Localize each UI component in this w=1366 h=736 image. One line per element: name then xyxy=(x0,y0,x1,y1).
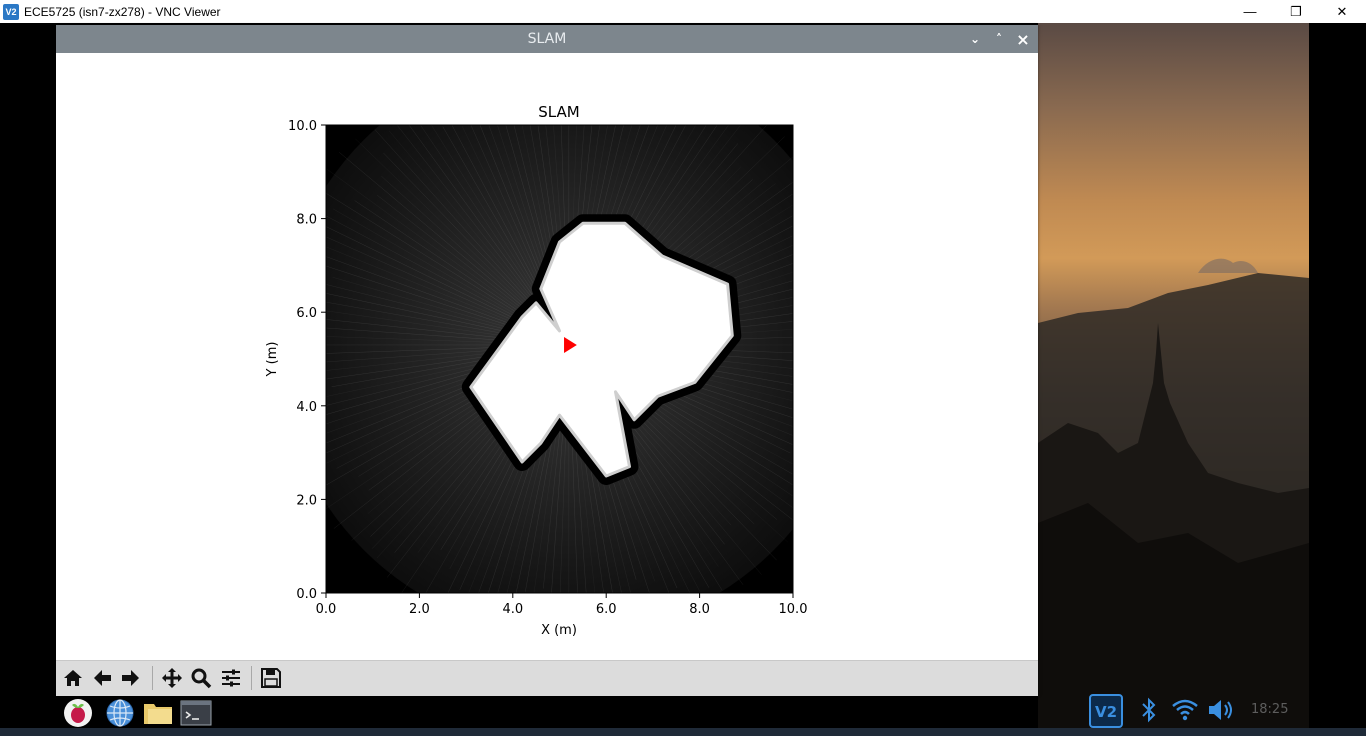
close-button[interactable]: ✕ xyxy=(1319,0,1365,23)
y-tick-label: 2.0 xyxy=(296,493,317,508)
vnc-viewer-title: ECE5725 (isn7-zx278) - VNC Viewer xyxy=(24,4,221,19)
forward-arrow-icon[interactable] xyxy=(118,665,144,691)
zoom-magnifier-icon[interactable] xyxy=(188,665,214,691)
x-tick-label: 10.0 xyxy=(779,602,808,617)
maximize-button[interactable]: ❐ xyxy=(1273,0,1319,23)
save-floppy-icon[interactable] xyxy=(258,665,284,691)
slam-window: SLAM ⌄ ˄ × SLAM X (m) Y (m) 0.0 2.0 4.0 … xyxy=(56,25,1038,696)
y-tick-label: 0.0 xyxy=(296,587,317,602)
chart-title: SLAM xyxy=(538,103,579,121)
vnc-server-tray-icon[interactable]: V2 xyxy=(1089,694,1123,728)
file-manager-folder-icon[interactable] xyxy=(142,697,174,729)
web-browser-globe-icon[interactable] xyxy=(104,697,136,729)
wifi-icon[interactable] xyxy=(1169,694,1201,726)
slam-window-title: SLAM xyxy=(527,31,567,47)
y-tick-label: 8.0 xyxy=(296,213,317,228)
x-tick-label: 8.0 xyxy=(689,602,710,617)
back-arrow-icon[interactable] xyxy=(89,665,115,691)
y-axis-label: Y (m) xyxy=(265,342,280,378)
matplotlib-toolbar xyxy=(56,660,1038,696)
vnc-viewer-logo-icon: V2 xyxy=(3,3,19,20)
svg-text:V2: V2 xyxy=(1095,703,1117,721)
vnc-viewer-titlebar: V2 ECE5725 (isn7-zx278) - VNC Viewer — ❐… xyxy=(0,0,1366,23)
volume-speaker-icon[interactable] xyxy=(1205,694,1237,726)
shade-button[interactable]: ⌄ xyxy=(967,31,983,47)
clock: 18:25 xyxy=(1251,702,1289,717)
occupancy-map xyxy=(326,125,793,593)
raspberry-menu-icon[interactable] xyxy=(62,697,94,729)
x-tick-label: 0.0 xyxy=(316,602,337,617)
toolbar-separator xyxy=(251,666,252,690)
y-tick-label: 10.0 xyxy=(288,119,317,134)
x-tick-label: 2.0 xyxy=(409,602,430,617)
window-close-button[interactable]: × xyxy=(1015,30,1031,49)
minimize-button[interactable]: — xyxy=(1227,0,1273,23)
x-tick-label: 4.0 xyxy=(502,602,523,617)
slam-chart: SLAM X (m) Y (m) 0.0 2.0 4.0 6.0 8.0 10.0 0.0 2… xyxy=(265,103,808,638)
plot-canvas[interactable]: SLAM X (m) Y (m) 0.0 2.0 4.0 6.0 8.0 10.0 0.0 2… xyxy=(56,53,1038,660)
home-icon[interactable] xyxy=(60,665,86,691)
x-axis-label: X (m) xyxy=(541,623,577,638)
remote-desktop: SLAM ⌄ ˄ × SLAM X (m) Y (m) 0.0 2.0 4.0 … xyxy=(0,23,1366,736)
configure-subplots-icon[interactable] xyxy=(218,665,244,691)
desktop-wallpaper xyxy=(1038,23,1309,736)
host-taskbar-edge xyxy=(0,728,1366,736)
x-tick-label: 6.0 xyxy=(596,602,617,617)
terminal-icon[interactable] xyxy=(180,697,212,729)
pi-taskbar xyxy=(56,695,236,731)
window-maximize-button[interactable]: ˄ xyxy=(991,31,1007,47)
bluetooth-icon[interactable] xyxy=(1133,694,1165,726)
system-tray: V2 18:25 xyxy=(1085,692,1309,728)
wallpaper-scene xyxy=(1038,258,1309,736)
y-tick-label: 4.0 xyxy=(296,400,317,415)
toolbar-separator xyxy=(152,666,153,690)
y-tick-label: 6.0 xyxy=(296,306,317,321)
pan-icon[interactable] xyxy=(159,665,185,691)
slam-window-titlebar[interactable]: SLAM ⌄ ˄ × xyxy=(56,25,1038,53)
